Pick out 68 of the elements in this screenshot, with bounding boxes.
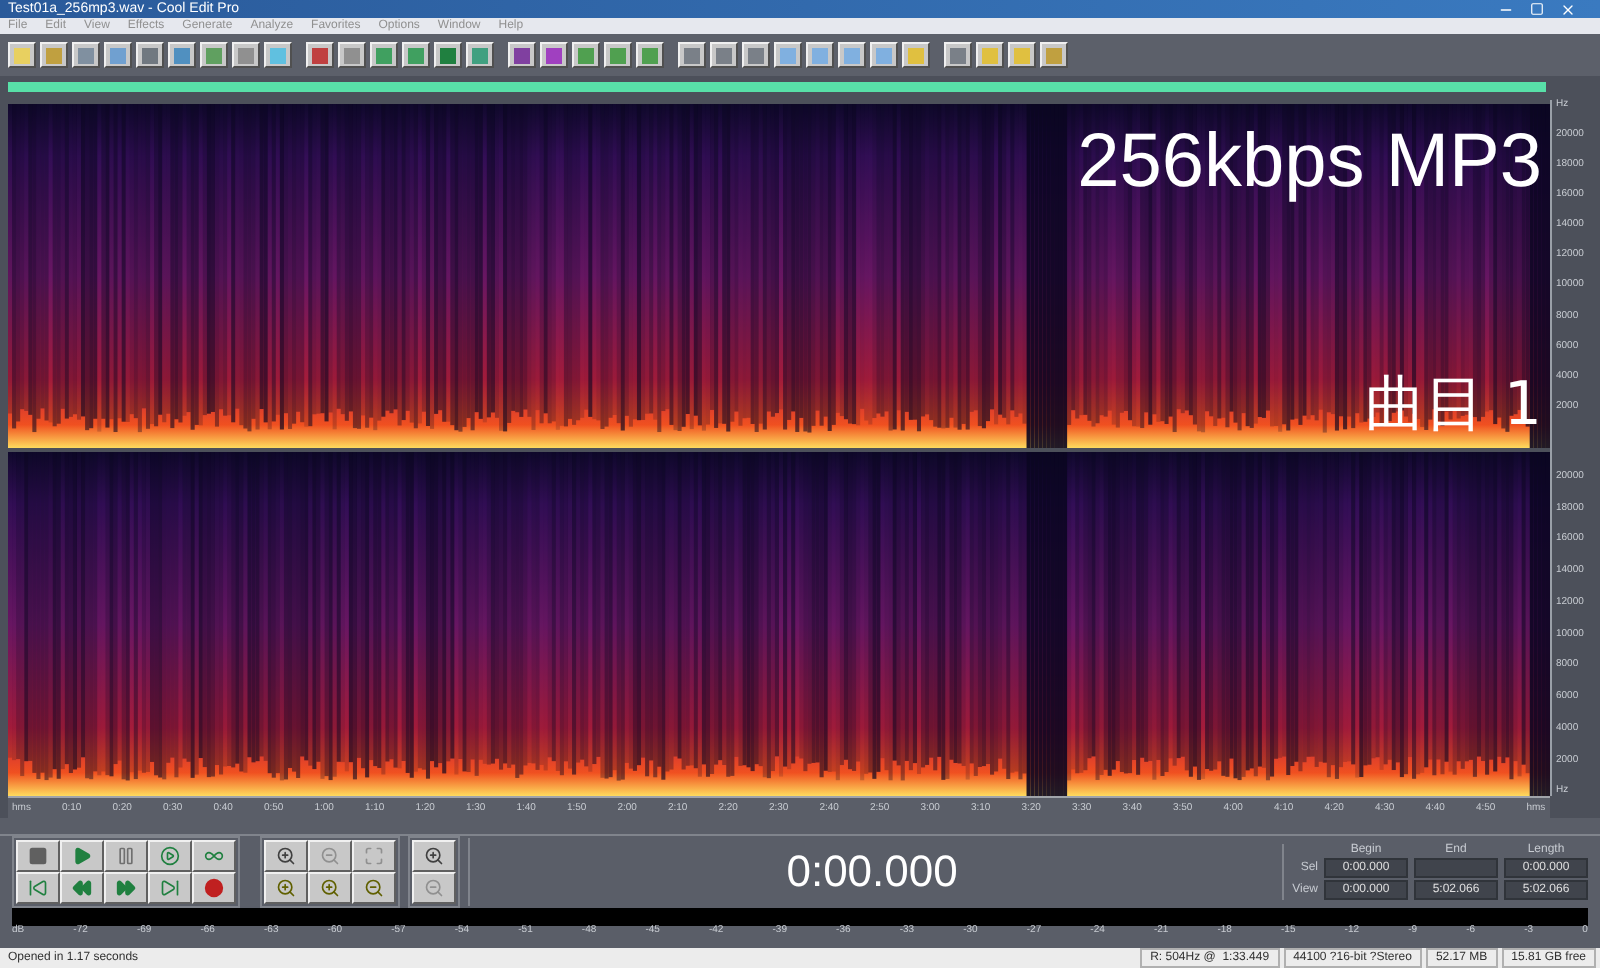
zoom-full-icon	[364, 845, 384, 866]
vertical-zoom-in-icon	[424, 845, 444, 866]
toolbar-button[interactable]	[370, 42, 398, 68]
toolbar-button[interactable]	[742, 42, 770, 68]
toolbar-button[interactable]	[466, 42, 494, 68]
toolbar-button[interactable]	[678, 42, 706, 68]
vertical-zoom-out-button[interactable]	[412, 871, 456, 904]
toolbar-button[interactable]	[402, 42, 430, 68]
overlay-caption: 256kbps MP3	[1077, 123, 1542, 200]
toolbar-button[interactable]	[902, 42, 930, 68]
go-to-end-button[interactable]	[148, 871, 192, 904]
loop-button[interactable]	[192, 839, 236, 872]
toolbar-button[interactable]	[232, 42, 260, 68]
zoom-out-button[interactable]	[308, 839, 352, 872]
toolbar-button[interactable]	[774, 42, 802, 68]
time-readout: 0:00.000	[786, 849, 958, 894]
toolbar-button[interactable]	[870, 42, 898, 68]
go-to-end-icon	[160, 877, 180, 898]
toolbar-button[interactable]	[806, 42, 834, 68]
record-icon	[204, 877, 224, 898]
zoom-out-icon	[320, 845, 340, 866]
toolbar-button[interactable]	[604, 42, 632, 68]
play-to-end-button[interactable]	[148, 839, 192, 872]
toolbar-button[interactable]	[136, 42, 164, 68]
empty-time-field[interactable]	[1414, 857, 1498, 878]
pause-icon	[116, 845, 136, 866]
go-to-start-button[interactable]	[16, 871, 60, 904]
toolbar-button[interactable]	[838, 42, 866, 68]
play-to-end-icon	[160, 845, 180, 866]
zoom-in-button[interactable]	[264, 839, 308, 872]
toolbar-button[interactable]	[710, 42, 738, 68]
toolbar-button[interactable]	[572, 42, 600, 68]
toolbar-button[interactable]	[72, 42, 100, 68]
toolbar-button[interactable]	[338, 42, 366, 68]
toolbar-button[interactable]	[944, 42, 972, 68]
toolbar-button[interactable]	[8, 42, 36, 68]
toolbar-button[interactable]	[1040, 42, 1068, 68]
pause-button[interactable]	[104, 839, 148, 872]
vertical-zoom-in-button[interactable]	[412, 839, 456, 872]
fast-forward-icon	[116, 877, 136, 898]
toolbar-button[interactable]	[306, 42, 334, 68]
stop-button[interactable]	[16, 839, 60, 872]
toolbar-button[interactable]	[540, 42, 568, 68]
zoom-in-icon	[276, 845, 296, 866]
toolbar-button[interactable]	[104, 42, 132, 68]
play-icon	[72, 845, 92, 866]
toolbar-button[interactable]	[168, 42, 196, 68]
toolbar-button[interactable]	[1008, 42, 1036, 68]
vertical-zoom-out-icon	[424, 877, 444, 898]
overview-bar[interactable]	[8, 82, 1546, 93]
rewind-button[interactable]	[60, 871, 104, 904]
play-button[interactable]	[60, 839, 104, 872]
toolbar-button[interactable]	[636, 42, 664, 68]
toolbar-button[interactable]	[200, 42, 228, 68]
overlay-caption: 曲目 1	[1364, 375, 1542, 436]
toolbar-button[interactable]	[40, 42, 68, 68]
maximize-icon[interactable]	[1530, 1, 1544, 16]
toolbar-button[interactable]	[508, 42, 536, 68]
toolbar-button[interactable]	[976, 42, 1004, 68]
stop-icon	[28, 845, 48, 866]
go-to-start-icon	[28, 877, 48, 898]
toolbar-button[interactable]	[434, 42, 462, 68]
toolbar-button[interactable]	[264, 42, 292, 68]
zoom-full-button[interactable]	[352, 839, 396, 872]
rewind-icon	[72, 877, 92, 898]
close-icon[interactable]	[1560, 1, 1576, 18]
record-button[interactable]	[192, 871, 236, 904]
fast-forward-button[interactable]	[104, 871, 148, 904]
